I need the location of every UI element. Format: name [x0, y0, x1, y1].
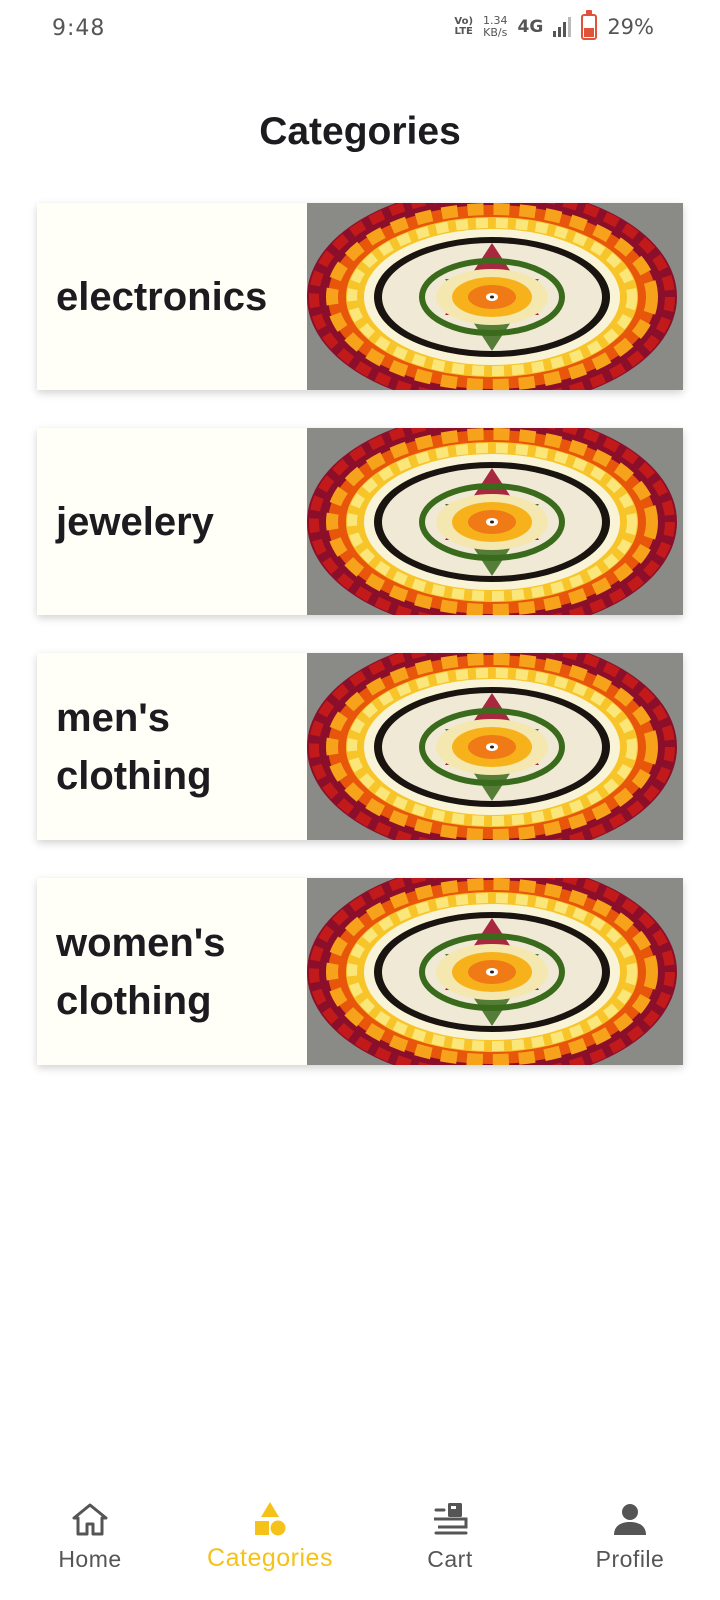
network-speed: 1.34 KB/s: [483, 15, 508, 39]
signal-icon: [553, 17, 572, 37]
category-label: men's clothing: [56, 695, 212, 798]
battery-icon: [581, 10, 598, 40]
nav-home-label: Home: [58, 1546, 122, 1572]
nav-categories[interactable]: Categories: [180, 1490, 360, 1600]
category-label: electronics: [56, 274, 268, 319]
category-label: jewelery: [56, 499, 214, 544]
nav-categories-label: Categories: [207, 1544, 333, 1572]
nav-home[interactable]: Home: [0, 1490, 180, 1600]
status-time: 9:48: [52, 16, 106, 41]
category-label: women's clothing: [56, 920, 226, 1023]
nav-profile-label: Profile: [595, 1546, 665, 1572]
profile-icon: [614, 1504, 646, 1535]
volte-bottom: LTE: [454, 26, 473, 37]
category-card-mens-clothing[interactable]: men's clothing: [37, 653, 683, 840]
bottom-navigation: Home Categories Cart Profile: [0, 1490, 720, 1600]
nav-cart[interactable]: Cart: [360, 1490, 540, 1600]
home-icon: [72, 1503, 108, 1536]
network-type: 4G: [517, 17, 544, 37]
cart-icon: [434, 1503, 468, 1535]
status-bar: 9:48 Vo) LTE 1.34 KB/s 4G 29%: [0, 0, 720, 62]
status-icons: Vo) LTE 1.34 KB/s 4G 29%: [454, 10, 654, 40]
volte-icon: Vo) LTE: [454, 17, 473, 37]
battery-level: 29%: [607, 15, 654, 39]
category-image: [307, 203, 683, 390]
category-image: [307, 428, 683, 615]
nav-cart-label: Cart: [427, 1546, 473, 1572]
category-image: [307, 878, 683, 1065]
category-card-jewelery[interactable]: jewelery: [37, 428, 683, 615]
page-title: Categories: [259, 110, 461, 153]
categories-icon: [255, 1502, 286, 1536]
speed-unit: KB/s: [483, 26, 508, 39]
category-image: [307, 653, 683, 840]
category-list: electronics jewelery men's clothing wome…: [37, 203, 683, 1103]
category-card-electronics[interactable]: electronics: [37, 203, 683, 390]
nav-profile[interactable]: Profile: [540, 1490, 720, 1600]
category-card-womens-clothing[interactable]: women's clothing: [37, 878, 683, 1065]
